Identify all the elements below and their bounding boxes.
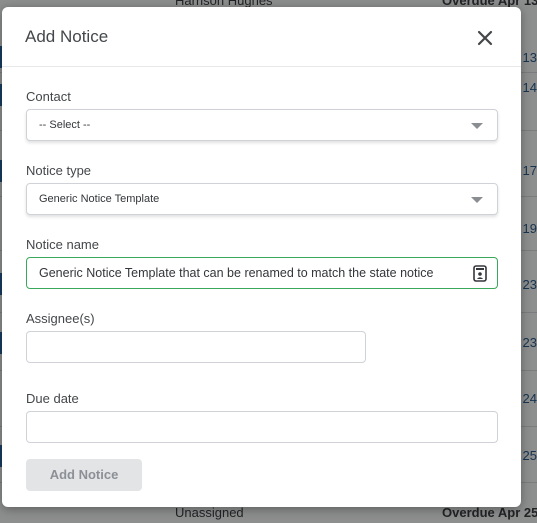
- notice-name-value: Generic Notice Template that can be rena…: [39, 266, 434, 280]
- notice-type-label: Notice type: [26, 163, 92, 178]
- chevron-down-icon: [471, 123, 483, 129]
- close-button[interactable]: [472, 25, 498, 51]
- close-icon: [477, 30, 493, 46]
- contact-card-icon[interactable]: [473, 265, 487, 282]
- add-notice-button[interactable]: Add Notice: [26, 459, 142, 491]
- due-date-input[interactable]: [26, 411, 498, 443]
- assignees-input[interactable]: [26, 331, 366, 363]
- notice-type-select[interactable]: Generic Notice Template: [26, 183, 498, 215]
- notice-name-input[interactable]: Generic Notice Template that can be rena…: [26, 257, 498, 289]
- contact-select-value: -- Select --: [39, 119, 91, 131]
- notice-type-value: Generic Notice Template: [39, 193, 160, 205]
- add-notice-dialog: Add Notice Contact -- Select -- Notice t…: [2, 7, 521, 507]
- due-date-label: Due date: [26, 391, 79, 406]
- notice-name-label: Notice name: [26, 237, 99, 252]
- contact-select[interactable]: -- Select --: [26, 109, 498, 141]
- assignees-label: Assignee(s): [26, 311, 95, 326]
- dialog-header: Add Notice: [2, 7, 521, 67]
- contact-label: Contact: [26, 89, 71, 104]
- dialog-title: Add Notice: [25, 27, 109, 46]
- chevron-down-icon: [471, 197, 483, 203]
